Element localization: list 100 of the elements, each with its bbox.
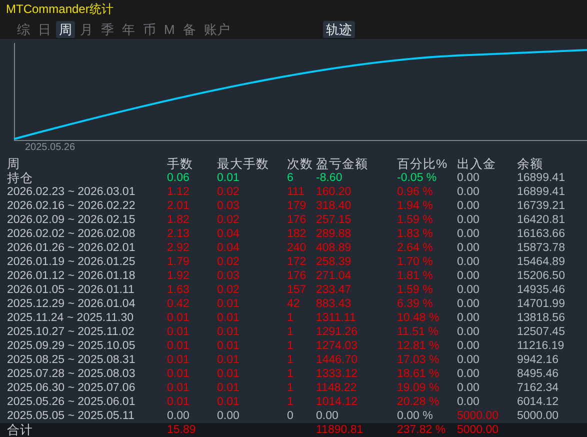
table-cell-text: 0.01 bbox=[217, 395, 240, 409]
table-cell-text: 1 bbox=[287, 325, 294, 339]
table-cell-text: 157 bbox=[287, 283, 308, 297]
table-cell-text: 318.40 bbox=[316, 199, 352, 213]
column-header: 盈亏金额 bbox=[316, 157, 369, 171]
table-cell-text: 0.01 bbox=[217, 339, 240, 353]
table-cell-text: 0.00 bbox=[457, 311, 480, 325]
table-cell-text: 16163.66 bbox=[517, 227, 566, 241]
table-cell-text: 257.15 bbox=[316, 213, 352, 227]
table-cell-text: 1333.12 bbox=[316, 367, 359, 381]
table-cell-text: 0.00 bbox=[457, 339, 480, 353]
table-cell-text: 0.00 bbox=[457, 185, 480, 199]
table-cell-text: 1 bbox=[287, 367, 294, 381]
table-cell-text: -8.60 bbox=[316, 171, 344, 185]
table-cell-text: 16420.81 bbox=[517, 213, 566, 227]
table-cell-text: 1.70 % bbox=[397, 255, 434, 269]
table-cell-text: 0.00 bbox=[457, 171, 480, 185]
table-cell-text: 0.02 bbox=[217, 213, 240, 227]
table-cell-text: 19.09 % bbox=[397, 381, 440, 395]
table-cell-text: 0.00 bbox=[457, 283, 480, 297]
table-cell-text: 1291.26 bbox=[316, 325, 359, 339]
table-cell-text: 18.61 % bbox=[397, 367, 440, 381]
total-label: 合计 bbox=[7, 423, 34, 437]
table-cell-text: 42 bbox=[287, 297, 301, 311]
table-cell-text: 2025.12.29 ~ 2026.01.04 bbox=[7, 297, 136, 311]
table-cell-text: 13818.56 bbox=[517, 311, 566, 325]
table-cell-text: 0.01 bbox=[217, 311, 240, 325]
period-tab[interactable]: 周 bbox=[56, 20, 75, 38]
column-header: 百分比% bbox=[397, 157, 448, 171]
table-cell-text: 2026.01.26 ~ 2026.02.01 bbox=[7, 241, 136, 255]
column-header: 手数 bbox=[167, 157, 194, 171]
table-cell-text: 0.01 bbox=[217, 171, 240, 185]
table-cell-text: 1.59 % bbox=[397, 283, 434, 297]
table-cell-text: 172 bbox=[287, 255, 308, 269]
table-cell-text: 0.03 bbox=[217, 199, 240, 213]
column-header: 次数 bbox=[287, 157, 314, 171]
table-cell-text: 0.96 % bbox=[397, 185, 434, 199]
period-tab[interactable]: 账户 bbox=[200, 20, 233, 38]
table-cell-text: 0.00 bbox=[457, 255, 480, 269]
table-cell-text: 883.43 bbox=[316, 297, 352, 311]
period-tab[interactable]: 币 bbox=[140, 20, 159, 38]
table-cell-text: 0.00 bbox=[316, 409, 340, 423]
table-cell-text: 12.81 % bbox=[397, 339, 440, 353]
period-tab[interactable]: 日 bbox=[35, 20, 54, 38]
table-cell-text: 176 bbox=[287, 213, 308, 227]
table-cell-text: 2026.02.23 ~ 2026.03.01 bbox=[7, 185, 136, 199]
table-cell-text: 237.82 % bbox=[397, 423, 447, 437]
trace-toggle[interactable]: 轨迹 bbox=[322, 20, 355, 38]
period-tab[interactable]: 综 bbox=[14, 20, 33, 38]
period-tab[interactable]: 年 bbox=[119, 20, 138, 38]
table-cell-text: 0.00 bbox=[457, 269, 480, 283]
table-cell-text: 2026.01.12 ~ 2026.01.18 bbox=[7, 269, 136, 283]
table-cell-text: 179 bbox=[287, 199, 308, 213]
table-cell-text: 1.82 bbox=[167, 213, 190, 227]
table-cell-text: 9942.16 bbox=[517, 353, 560, 367]
table-cell-text: 0.42 bbox=[167, 297, 190, 311]
table-cell-text: 14701.99 bbox=[517, 297, 566, 311]
table-cell-text: 11.51 % bbox=[397, 325, 440, 339]
table-cell-text: 15873.78 bbox=[517, 241, 566, 255]
table-cell-text: 2025.08.25 ~ 2025.08.31 bbox=[7, 353, 136, 367]
table-cell-text: 6.39 % bbox=[397, 297, 434, 311]
table-cell-text: 10.48 % bbox=[397, 311, 440, 325]
table-cell-text: 0.04 bbox=[217, 227, 240, 241]
table-cell-text: 2.92 bbox=[167, 241, 190, 255]
table-cell-text: 0.01 bbox=[167, 325, 190, 339]
table-cell-text: 2.01 bbox=[167, 199, 190, 213]
period-tab[interactable]: M bbox=[161, 20, 178, 38]
table-cell-text: 0.00 bbox=[217, 409, 240, 423]
table-cell-text: 5000.00 bbox=[517, 409, 560, 423]
period-tab[interactable]: 月 bbox=[77, 20, 96, 38]
table-cell-text: 1446.70 bbox=[316, 353, 359, 367]
column-header: 周 bbox=[7, 157, 21, 171]
table-cell-text: 0.03 bbox=[217, 269, 240, 283]
table-cell-text: 2.64 % bbox=[397, 241, 434, 255]
table-cell-text: 271.04 bbox=[316, 269, 352, 283]
table-cell-text: 0.04 bbox=[217, 241, 240, 255]
table-cell-text: 0.00 bbox=[457, 325, 480, 339]
table-cell-text: 0.01 bbox=[167, 395, 190, 409]
period-tab[interactable]: 季 bbox=[98, 20, 117, 38]
table-cell-text: 1.59 % bbox=[397, 213, 434, 227]
table-cell-text: 1 bbox=[287, 311, 294, 325]
table-cell-text: 0.00 bbox=[457, 381, 480, 395]
table-cell-text: 0.00 bbox=[457, 241, 480, 255]
table-cell-text: 240 bbox=[287, 241, 308, 255]
table-cell-text: 20.28 % bbox=[397, 395, 440, 409]
table-cell-text: 111 bbox=[287, 185, 306, 199]
table-cell-text: 17.03 % bbox=[397, 353, 440, 367]
table-cell-text: 0.01 bbox=[167, 353, 190, 367]
table-cell-text: 2025.05.05 ~ 2025.05.11 bbox=[7, 409, 136, 423]
column-header: 出入金 bbox=[457, 157, 497, 171]
period-tab[interactable]: 备 bbox=[180, 20, 199, 38]
table-cell-text: 8495.46 bbox=[517, 367, 560, 381]
table-cell-text: 2025.07.28 ~ 2025.08.03 bbox=[7, 367, 136, 381]
table-cell-text: 16899.41 bbox=[517, 185, 566, 199]
table-cell-text: 1.83 % bbox=[397, 227, 434, 241]
table-cell-text: 258.39 bbox=[316, 255, 352, 269]
table-cell-text: 1 bbox=[287, 395, 294, 409]
table-cell-text: 233.47 bbox=[316, 283, 352, 297]
table-cell-text: 1148.22 bbox=[316, 381, 358, 395]
table-cell-text: 0.00 bbox=[167, 409, 190, 423]
